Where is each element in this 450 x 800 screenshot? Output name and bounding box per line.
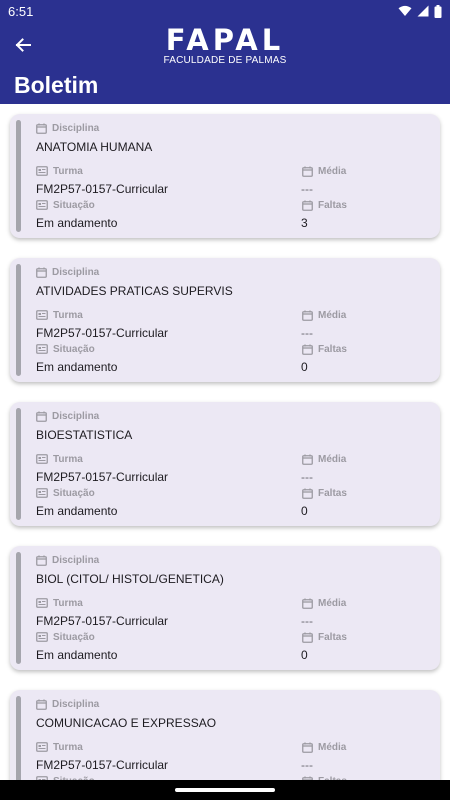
card-accent-bar	[16, 696, 21, 780]
id-card-icon	[36, 598, 48, 608]
disciplina-label: Disciplina	[36, 266, 99, 278]
media-value: ---	[301, 182, 313, 196]
turma-value: FM2P57-0157-Curricular	[36, 758, 169, 772]
calendar-icon	[36, 555, 47, 566]
disciplina-value: BIOESTATISTICA	[36, 428, 133, 442]
disciplina-value: ANATOMIA HUMANA	[36, 140, 153, 154]
calendar-icon	[302, 632, 313, 643]
calendar-icon	[36, 123, 47, 134]
id-card-icon	[36, 488, 48, 498]
turma-label: Turma	[36, 165, 83, 177]
logo-subtitle: FACULDADE DE PALMAS	[163, 55, 287, 66]
page-title: Boletim	[14, 72, 99, 98]
arrow-back-icon	[15, 38, 31, 52]
disciplina-label: Disciplina	[36, 122, 99, 134]
situacao-label: Situação	[36, 487, 95, 499]
faltas-value: 3	[301, 216, 308, 230]
situacao-label: Situação	[36, 631, 95, 643]
disciplina-value: BIOL (CITOL/ HISTOL/GENETICA)	[36, 572, 224, 586]
calendar-icon	[302, 742, 313, 753]
turma-label: Turma	[36, 453, 83, 465]
card-accent-bar	[16, 264, 21, 376]
disciplina-label: Disciplina	[36, 698, 99, 710]
media-label: Média	[302, 453, 346, 465]
id-card-icon	[36, 200, 48, 210]
card-accent-bar	[16, 120, 21, 232]
calendar-icon	[302, 200, 313, 211]
faltas-value: 0	[301, 504, 308, 518]
calendar-icon	[302, 310, 313, 321]
situacao-value: Em andamento	[36, 504, 118, 518]
faltas-value: 0	[301, 360, 308, 374]
disciplina-value: COMUNICACAO E EXPRESSAO	[36, 716, 217, 730]
logo-title: FAPAL	[165, 23, 285, 57]
faltas-label: Faltas	[302, 487, 347, 499]
situacao-label: Situação	[36, 199, 95, 211]
grade-card[interactable]: Disciplina ATIVIDADES PRATICAS SUPERVIS …	[10, 258, 440, 382]
id-card-icon	[36, 344, 48, 354]
status-time: 6:51	[8, 3, 34, 19]
calendar-icon	[36, 699, 47, 710]
media-value: ---	[301, 758, 313, 772]
grade-card[interactable]: Disciplina ANATOMIA HUMANA Turma Média F…	[10, 114, 440, 238]
id-card-icon	[36, 742, 48, 752]
card-accent-bar	[16, 408, 21, 520]
navigation-bar	[0, 780, 450, 800]
grades-list[interactable]: Disciplina ANATOMIA HUMANA Turma Média F…	[0, 104, 450, 780]
disciplina-label: Disciplina	[36, 554, 99, 566]
grade-card[interactable]: Disciplina BIOL (CITOL/ HISTOL/GENETICA)…	[10, 546, 440, 670]
card-accent-bar	[16, 552, 21, 664]
media-value: ---	[301, 470, 313, 484]
faltas-value: 0	[301, 648, 308, 662]
calendar-icon	[36, 267, 47, 278]
disciplina-value: ATIVIDADES PRATICAS SUPERVIS	[36, 284, 233, 298]
disciplina-label: Disciplina	[36, 410, 99, 422]
media-label: Média	[302, 741, 346, 753]
calendar-icon	[302, 344, 313, 355]
turma-value: FM2P57-0157-Curricular	[36, 614, 169, 628]
faltas-label: Faltas	[302, 199, 347, 211]
situacao-label: Situação	[36, 343, 95, 355]
app-bar: FAPAL FACULDADE DE PALMAS Boletim	[0, 22, 450, 104]
fapal-logo: FAPAL FACULDADE DE PALMAS	[160, 24, 290, 66]
media-label: Média	[302, 309, 346, 321]
back-button[interactable]	[10, 32, 36, 58]
calendar-icon	[302, 598, 313, 609]
battery-icon	[434, 4, 442, 18]
status-bar: 6:51	[0, 0, 450, 22]
media-value: ---	[301, 614, 313, 628]
grade-card[interactable]: Disciplina COMUNICACAO E EXPRESSAO Turma…	[10, 690, 440, 780]
wifi-icon	[398, 5, 412, 16]
turma-value: FM2P57-0157-Curricular	[36, 326, 169, 340]
situacao-value: Em andamento	[36, 648, 118, 662]
calendar-icon	[36, 411, 47, 422]
faltas-label: Faltas	[302, 631, 347, 643]
turma-label: Turma	[36, 597, 83, 609]
turma-label: Turma	[36, 309, 83, 321]
home-gesture-handle[interactable]	[175, 788, 275, 792]
calendar-icon	[302, 166, 313, 177]
calendar-icon	[302, 454, 313, 465]
turma-label: Turma	[36, 741, 83, 753]
id-card-icon	[36, 166, 48, 176]
grade-card[interactable]: Disciplina BIOESTATISTICA Turma Média FM…	[10, 402, 440, 526]
media-label: Média	[302, 597, 346, 609]
calendar-icon	[302, 488, 313, 499]
id-card-icon	[36, 454, 48, 464]
status-icons	[398, 4, 442, 18]
id-card-icon	[36, 310, 48, 320]
faltas-label: Faltas	[302, 343, 347, 355]
media-value: ---	[301, 326, 313, 340]
situacao-value: Em andamento	[36, 216, 118, 230]
id-card-icon	[36, 632, 48, 642]
turma-value: FM2P57-0157-Curricular	[36, 182, 169, 196]
situacao-value: Em andamento	[36, 360, 118, 374]
turma-value: FM2P57-0157-Curricular	[36, 470, 169, 484]
signal-icon	[417, 5, 429, 17]
media-label: Média	[302, 165, 346, 177]
